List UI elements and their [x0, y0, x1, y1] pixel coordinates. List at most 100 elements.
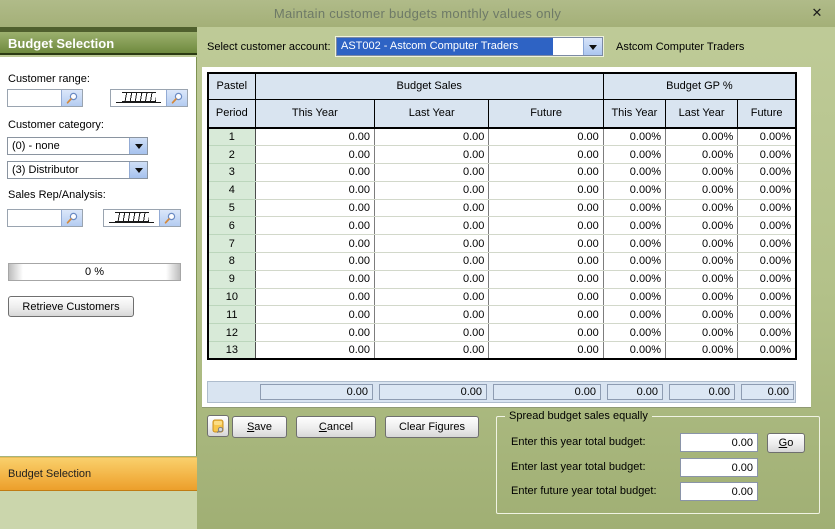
cancel-button[interactable]: Cancel: [296, 416, 376, 438]
budget-value-cell[interactable]: 0.00: [375, 146, 489, 164]
go-button[interactable]: Go: [767, 433, 805, 453]
dropdown-button[interactable]: [129, 162, 147, 178]
budget-value-cell[interactable]: 0.00%: [666, 324, 738, 342]
budget-value-cell[interactable]: 0.00: [255, 306, 374, 324]
budget-value-cell[interactable]: 0.00%: [738, 324, 796, 342]
customer-account-select[interactable]: AST002 - Astcom Computer Traders: [335, 36, 604, 57]
budget-value-cell[interactable]: 0.00: [375, 324, 489, 342]
budget-value-cell[interactable]: 0.00: [489, 199, 603, 217]
save-button[interactable]: Save: [232, 416, 287, 438]
budget-value-cell[interactable]: 0.00%: [666, 146, 738, 164]
budget-value-cell[interactable]: 0.00%: [603, 164, 665, 182]
budget-value-cell[interactable]: 0.00: [375, 270, 489, 288]
budget-value-cell[interactable]: 0.00%: [603, 235, 665, 253]
budget-value-cell[interactable]: 0.00: [489, 306, 603, 324]
budget-value-cell[interactable]: 0.00%: [666, 288, 738, 306]
budget-value-cell[interactable]: 0.00%: [738, 270, 796, 288]
budget-value-cell[interactable]: 0.00%: [666, 253, 738, 271]
future-year-budget-input[interactable]: [680, 482, 758, 501]
budget-value-cell[interactable]: 0.00%: [738, 199, 796, 217]
budget-value-cell[interactable]: 0.00%: [738, 164, 796, 182]
budget-value-cell[interactable]: 0.00%: [738, 288, 796, 306]
budget-value-cell[interactable]: 0.00%: [603, 324, 665, 342]
range-end-mask[interactable]: [116, 92, 161, 103]
budget-value-cell[interactable]: 0.00%: [603, 146, 665, 164]
dropdown-button[interactable]: [583, 38, 602, 55]
customer-range-from-lookup-button[interactable]: [61, 90, 82, 106]
budget-value-cell[interactable]: 0.00: [489, 253, 603, 271]
budget-value-cell[interactable]: 0.00: [255, 235, 374, 253]
close-button[interactable]: ✕: [807, 4, 827, 22]
budget-value-cell[interactable]: 0.00%: [738, 235, 796, 253]
budget-value-cell[interactable]: 0.00: [375, 217, 489, 235]
budget-value-cell[interactable]: 0.00: [375, 342, 489, 360]
this-year-budget-input[interactable]: [680, 433, 758, 452]
budget-value-cell[interactable]: 0.00%: [738, 181, 796, 199]
budget-value-cell[interactable]: 0.00: [489, 235, 603, 253]
budget-value-cell[interactable]: 0.00: [375, 181, 489, 199]
budget-value-cell[interactable]: 0.00: [489, 288, 603, 306]
budget-value-cell[interactable]: 0.00%: [738, 342, 796, 360]
budget-value-cell[interactable]: 0.00: [375, 164, 489, 182]
budget-value-cell[interactable]: 0.00%: [666, 181, 738, 199]
budget-value-cell[interactable]: 0.00: [255, 199, 374, 217]
budget-value-cell[interactable]: 0.00: [255, 270, 374, 288]
budget-value-cell[interactable]: 0.00: [489, 181, 603, 199]
sales-rep-from-input[interactable]: [8, 210, 61, 226]
budget-value-cell[interactable]: 0.00%: [738, 217, 796, 235]
budget-value-cell[interactable]: 0.00%: [603, 181, 665, 199]
budget-value-cell[interactable]: 0.00: [255, 181, 374, 199]
budget-selection-tab[interactable]: Budget Selection: [0, 457, 197, 491]
dropdown-button[interactable]: [129, 138, 147, 154]
budget-value-cell[interactable]: 0.00%: [738, 146, 796, 164]
budget-value-cell[interactable]: 0.00%: [603, 288, 665, 306]
budget-value-cell[interactable]: 0.00: [489, 270, 603, 288]
customer-range-from-input[interactable]: [8, 90, 61, 106]
budget-value-cell[interactable]: 0.00: [255, 253, 374, 271]
budget-value-cell[interactable]: 0.00%: [603, 217, 665, 235]
budget-value-cell[interactable]: 0.00: [255, 342, 374, 360]
budget-value-cell[interactable]: 0.00: [375, 128, 489, 146]
sales-rep-from-lookup-button[interactable]: [61, 210, 82, 226]
budget-value-cell[interactable]: 0.00: [255, 128, 374, 146]
budget-value-cell[interactable]: 0.00%: [666, 199, 738, 217]
budget-value-cell[interactable]: 0.00%: [603, 253, 665, 271]
budget-value-cell[interactable]: 0.00%: [666, 217, 738, 235]
budget-value-cell[interactable]: 0.00: [255, 288, 374, 306]
customer-range-to-lookup-button[interactable]: [166, 90, 187, 106]
sales-rep-to-lookup-button[interactable]: [159, 210, 180, 226]
budget-value-cell[interactable]: 0.00%: [738, 253, 796, 271]
budget-value-cell[interactable]: 0.00: [255, 324, 374, 342]
budget-value-cell[interactable]: 0.00: [489, 128, 603, 146]
budget-value-cell[interactable]: 0.00: [375, 235, 489, 253]
budget-value-cell[interactable]: 0.00: [375, 288, 489, 306]
customer-category-select-2[interactable]: (3) Distributor: [7, 161, 148, 179]
retrieve-customers-button[interactable]: Retrieve Customers: [8, 296, 134, 317]
budget-value-cell[interactable]: 0.00%: [603, 128, 665, 146]
budget-value-cell[interactable]: 0.00: [255, 217, 374, 235]
note-button[interactable]: [207, 415, 229, 437]
budget-value-cell[interactable]: 0.00: [489, 342, 603, 360]
budget-value-cell[interactable]: 0.00%: [666, 306, 738, 324]
budget-value-cell[interactable]: 0.00: [375, 253, 489, 271]
budget-value-cell[interactable]: 0.00: [255, 164, 374, 182]
range-end-mask[interactable]: [109, 212, 154, 223]
customer-category-select-1[interactable]: (0) - none: [7, 137, 148, 155]
budget-value-cell[interactable]: 0.00%: [603, 342, 665, 360]
budget-value-cell[interactable]: 0.00%: [666, 270, 738, 288]
budget-value-cell[interactable]: 0.00%: [603, 270, 665, 288]
budget-value-cell[interactable]: 0.00: [375, 306, 489, 324]
budget-value-cell[interactable]: 0.00%: [666, 128, 738, 146]
budget-value-cell[interactable]: 0.00: [489, 217, 603, 235]
clear-figures-button[interactable]: Clear Figures: [385, 416, 479, 438]
budget-value-cell[interactable]: 0.00: [489, 324, 603, 342]
budget-value-cell[interactable]: 0.00%: [666, 164, 738, 182]
budget-value-cell[interactable]: 0.00%: [603, 199, 665, 217]
budget-value-cell[interactable]: 0.00: [375, 199, 489, 217]
last-year-budget-input[interactable]: [680, 458, 758, 477]
budget-value-cell[interactable]: 0.00: [489, 164, 603, 182]
budget-value-cell[interactable]: 0.00%: [738, 128, 796, 146]
budget-value-cell[interactable]: 0.00: [489, 146, 603, 164]
budget-value-cell[interactable]: 0.00: [255, 146, 374, 164]
budget-value-cell[interactable]: 0.00%: [666, 342, 738, 360]
